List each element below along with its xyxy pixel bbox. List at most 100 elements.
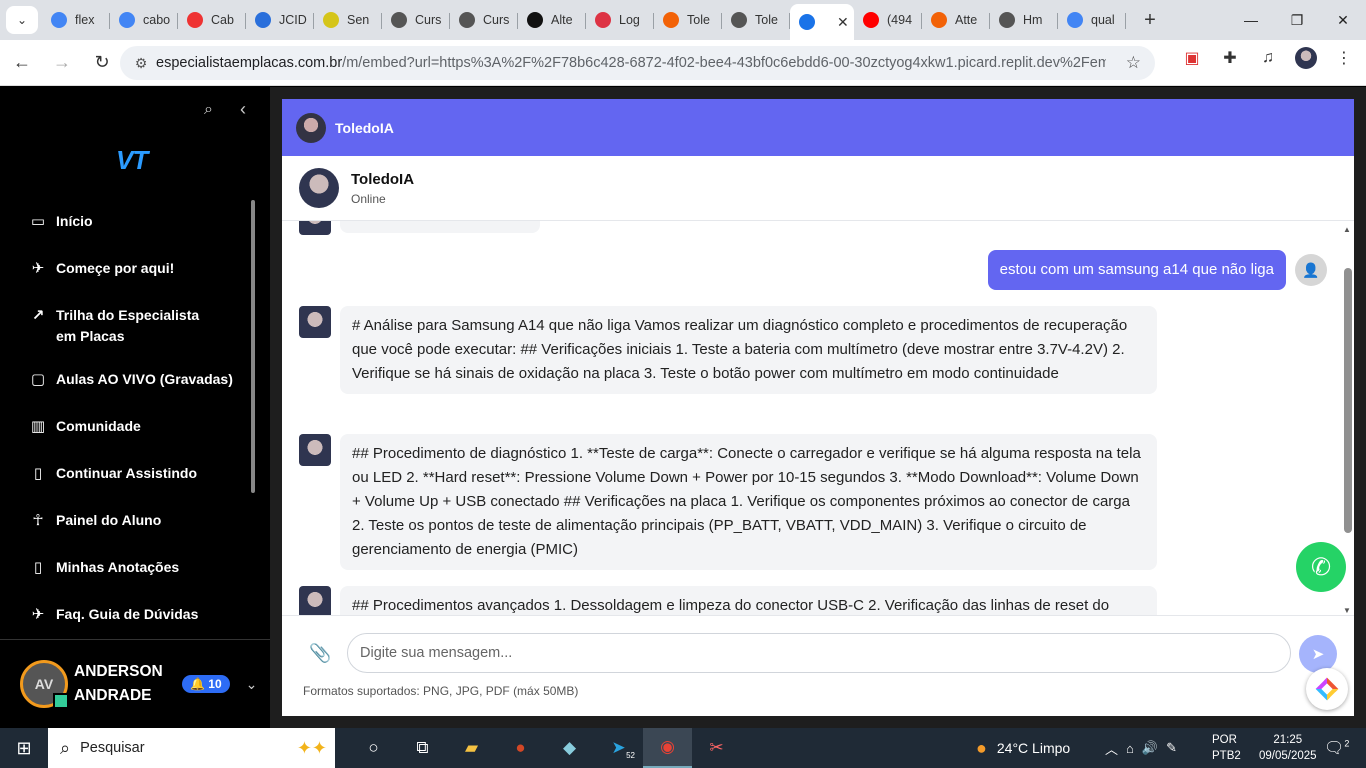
tab-list: flex cabo Cab JCID Sen Curs Curs Alte Log Tole Tol…	[42, 0, 1126, 40]
forward-button[interactable]: →	[44, 45, 80, 81]
chat-scroll-thumb[interactable]	[1344, 268, 1352, 533]
browser-tab[interactable]: Tole	[722, 4, 790, 36]
new-tab-button[interactable]: +	[1136, 9, 1164, 32]
browser-tab[interactable]: cabo	[110, 4, 178, 36]
app-icon[interactable]: ◆	[545, 728, 594, 768]
google-icon	[119, 12, 135, 28]
google-icon	[1067, 12, 1083, 28]
sidebar-item[interactable]: ↗ Trilha do Especialista em Placas	[0, 299, 255, 353]
taskbar-search[interactable]: ⌕ Pesquisar ✦✦	[48, 728, 335, 768]
bot-message-avatar	[299, 306, 331, 338]
send-button[interactable]: ➤	[1299, 635, 1337, 673]
sidebar-scrollbar[interactable]	[251, 200, 255, 493]
back-button[interactable]: ←	[4, 45, 40, 81]
message-list[interactable]: estou com um samsung a14 que não liga 👤 …	[282, 221, 1342, 615]
weather-widget[interactable]: ● 24°C Limpo	[976, 728, 1070, 768]
url-text[interactable]: especialistaemplacas.com.br/m/embed?url=…	[156, 55, 1106, 71]
powerpoint-icon[interactable]: ●	[496, 728, 545, 768]
bookmark-star-icon[interactable]: ☆	[1126, 53, 1141, 73]
media-control-icon[interactable]: ♫	[1256, 46, 1280, 70]
network-icon[interactable]: ⌂	[1126, 741, 1134, 756]
browser-tab[interactable]: Sen	[314, 4, 382, 36]
login-icon	[595, 12, 611, 28]
browser-tab[interactable]: Alte	[518, 4, 586, 36]
clock[interactable]: 21:25 09/05/2025	[1259, 732, 1317, 764]
bookmark-icon	[187, 12, 203, 28]
browser-tab[interactable]: Log	[586, 4, 654, 36]
user-avatar[interactable]: AV	[20, 660, 69, 709]
browser-tab[interactable]: Curs	[382, 4, 450, 36]
helper-widget-button[interactable]	[1306, 668, 1348, 710]
sidebar-item[interactable]: ✈ Começe por aqui!	[0, 252, 255, 285]
sidebar-item[interactable]: ▯ Continuar Assistindo	[0, 457, 255, 490]
cortana-icon[interactable]: ○	[349, 728, 398, 768]
browser-tab[interactable]: (494	[854, 4, 922, 36]
browser-tab[interactable]: flex	[42, 4, 110, 36]
tab-label: Atte	[955, 13, 978, 27]
user-message-bubble: estou com um samsung a14 que não liga	[987, 250, 1286, 290]
sidebar-user-panel[interactable]: AV ANDERSON ANDRADE 🔔 10 ⌄	[0, 639, 270, 728]
browser-tab[interactable]: Cab	[178, 4, 246, 36]
sidebar-item[interactable]: ▥ Comunidade	[0, 410, 255, 443]
course-icon	[459, 12, 475, 28]
chat-scrollbar[interactable]: ▲ ▼	[1343, 223, 1352, 615]
windows-start-icon[interactable]: ⊞	[0, 728, 48, 768]
vt-logo: VT	[116, 145, 148, 175]
message-input[interactable]	[347, 633, 1291, 673]
scroll-down-icon[interactable]: ▼	[1343, 606, 1351, 615]
sidebar-item[interactable]: ▯ Minhas Anotações	[0, 551, 255, 584]
sidebar-item[interactable]: ☥ Painel do Aluno	[0, 504, 255, 537]
notification-center-icon[interactable]: 🗨2	[1324, 738, 1349, 758]
pen-icon[interactable]: ✎	[1166, 740, 1177, 756]
volume-icon[interactable]: 🔊	[1142, 740, 1158, 756]
collapse-sidebar-icon[interactable]: ‹	[240, 99, 246, 120]
chat-widget: ToledoIA ToledoIA Online estou com um sa…	[282, 99, 1354, 716]
sidebar-item[interactable]: ▢ Aulas AO VIVO (Gravadas)	[0, 363, 255, 396]
close-window-button[interactable]: ✕	[1320, 0, 1366, 40]
snipping-icon[interactable]: ✂	[692, 728, 741, 768]
profile-avatar[interactable]	[1294, 46, 1318, 70]
sidebar-item[interactable]: ✈ Faq. Guia de Dúvidas	[0, 598, 255, 631]
google-icon	[51, 12, 67, 28]
search-icon[interactable]: ⌕	[204, 101, 213, 119]
browser-tab[interactable]: Tole	[654, 4, 722, 36]
address-bar[interactable]: ⚙ especialistaemplacas.com.br/m/embed?ur…	[120, 46, 1155, 80]
chrome-icon[interactable]: ◉	[643, 728, 692, 768]
browser-tab[interactable]: Curs	[450, 4, 518, 36]
sidebar-item[interactable]: ▭ Início	[0, 205, 255, 238]
notification-badge[interactable]: 🔔 10	[182, 675, 230, 693]
file-explorer-icon[interactable]: ▰	[447, 728, 496, 768]
site-info-icon[interactable]: ⚙	[126, 55, 156, 72]
book-icon: ▯	[33, 558, 43, 576]
bot-message: ## Procedimento de diagnóstico 1. **Test…	[299, 434, 1157, 570]
browser-tab[interactable]: Hm	[990, 4, 1058, 36]
browser-tab[interactable]: qual	[1058, 4, 1126, 36]
sidebar-item-label: Minhas Anotações	[56, 559, 180, 575]
browser-tab[interactable]: ✕	[790, 4, 854, 40]
task-view-icon[interactable]: ⧉	[398, 728, 447, 768]
browser-tab[interactable]: Atte	[922, 4, 990, 36]
maximize-button[interactable]: ❐	[1274, 0, 1320, 40]
telegram-icon[interactable]: ➤ 52	[594, 728, 643, 768]
tab-search-button[interactable]: ⌄	[6, 6, 38, 34]
extension-icon[interactable]: ▣	[1180, 46, 1204, 70]
plane-icon: ✈	[31, 259, 45, 277]
wave-icon	[323, 12, 339, 28]
browser-menu-icon[interactable]: ⋮	[1332, 46, 1356, 70]
language-indicator[interactable]: POR PTB2	[1212, 732, 1241, 764]
close-tab-icon[interactable]: ✕	[837, 14, 849, 31]
minimize-button[interactable]: —	[1228, 0, 1274, 40]
sidebar-item-label: Início	[56, 213, 93, 229]
reload-button[interactable]: ↻	[84, 45, 120, 81]
attach-paperclip-icon[interactable]: 📎	[309, 643, 331, 664]
user-avatar-icon: 👤	[1295, 254, 1327, 286]
scroll-up-icon[interactable]: ▲	[1343, 225, 1351, 234]
whatsapp-button[interactable]: ✆	[1296, 542, 1346, 592]
sidebar-item-label: Aulas AO VIVO (Gravadas)	[56, 371, 233, 387]
extensions-puzzle-icon[interactable]: ✚	[1218, 46, 1242, 70]
browser-tab[interactable]: JCID	[246, 4, 314, 36]
tab-label: Curs	[415, 13, 442, 27]
chevron-down-icon[interactable]: ⌄	[246, 676, 258, 693]
chevron-up-icon[interactable]: ︿	[1105, 739, 1118, 758]
bot-avatar	[299, 168, 339, 208]
